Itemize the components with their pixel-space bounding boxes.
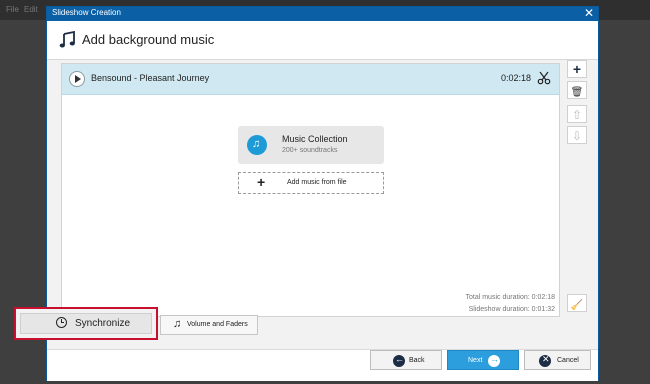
alarm-clock-icon — [56, 317, 67, 328]
track-name: Bensound - Pleasant Journey — [91, 73, 210, 83]
music-note-icon: ♫ — [173, 318, 182, 330]
dialog-titlebar: Slideshow Creation ✕ — [47, 6, 598, 21]
delete-track-button[interactable]: 🗑 — [567, 81, 587, 99]
music-disc-icon: ♫ — [247, 135, 267, 155]
dialog-header: Add background music — [47, 21, 598, 60]
music-note-icon — [59, 31, 75, 48]
arrow-up-icon: ⇧ — [571, 108, 583, 122]
scissors-icon[interactable] — [537, 71, 551, 85]
plus-icon: + — [572, 61, 582, 77]
cancel-label: Cancel — [557, 357, 579, 364]
volume-and-faders-button[interactable]: ♫ Volume and Faders — [160, 315, 258, 335]
close-icon[interactable]: ✕ — [584, 6, 594, 20]
dialog-title: Slideshow Creation — [52, 8, 121, 17]
music-collection-button[interactable]: ♫ Music Collection 200+ soundtracks — [238, 126, 384, 164]
add-music-from-file-button[interactable]: + Add music from file — [238, 172, 384, 194]
synchronize-highlight: Synchronize — [14, 307, 158, 340]
menu-edit[interactable]: Edit — [24, 5, 38, 14]
track-row[interactable]: Bensound - Pleasant Journey 0:02:18 — [62, 64, 559, 95]
track-duration: 0:02:18 — [500, 73, 531, 83]
synchronize-button[interactable]: Synchronize — [20, 313, 152, 334]
clean-button[interactable]: 🧹 — [567, 294, 587, 312]
cancel-button[interactable]: ✕ Cancel — [524, 350, 591, 370]
next-label: Next — [468, 357, 483, 364]
music-panel: Bensound - Pleasant Journey 0:02:18 ♫ Mu… — [61, 63, 560, 317]
slideshow-duration: Slideshow duration: 0:01:32 — [468, 306, 555, 313]
total-music-duration: Total music duration: 0:02:18 — [465, 294, 556, 301]
arrow-left-icon: ← — [393, 354, 405, 367]
back-label: Back — [409, 357, 425, 364]
next-button[interactable]: Next → — [447, 350, 519, 370]
music-collection-title: Music Collection — [282, 134, 348, 144]
broom-icon: 🧹 — [570, 300, 584, 311]
arrow-down-icon: ⇩ — [571, 129, 583, 143]
move-down-button[interactable]: ⇩ — [567, 126, 587, 144]
plus-icon: + — [257, 174, 266, 190]
page-title: Add background music — [82, 32, 215, 47]
add-track-button[interactable]: + — [567, 60, 587, 78]
trash-icon: 🗑 — [570, 87, 584, 98]
add-music-label: Add music from file — [287, 179, 347, 186]
volume-faders-label: Volume and Faders — [187, 321, 248, 328]
close-circle-icon: ✕ — [539, 354, 551, 367]
menu-file[interactable]: File — [6, 5, 19, 14]
music-collection-subtitle: 200+ soundtracks — [282, 147, 338, 154]
play-icon[interactable] — [69, 71, 85, 87]
back-button[interactable]: ← Back — [370, 350, 442, 370]
duration-summary: Total music duration: 0:02:18 Slideshow … — [466, 292, 556, 316]
arrow-right-icon: → — [488, 354, 500, 367]
move-up-button[interactable]: ⇧ — [567, 105, 587, 123]
synchronize-label: Synchronize — [75, 318, 131, 329]
